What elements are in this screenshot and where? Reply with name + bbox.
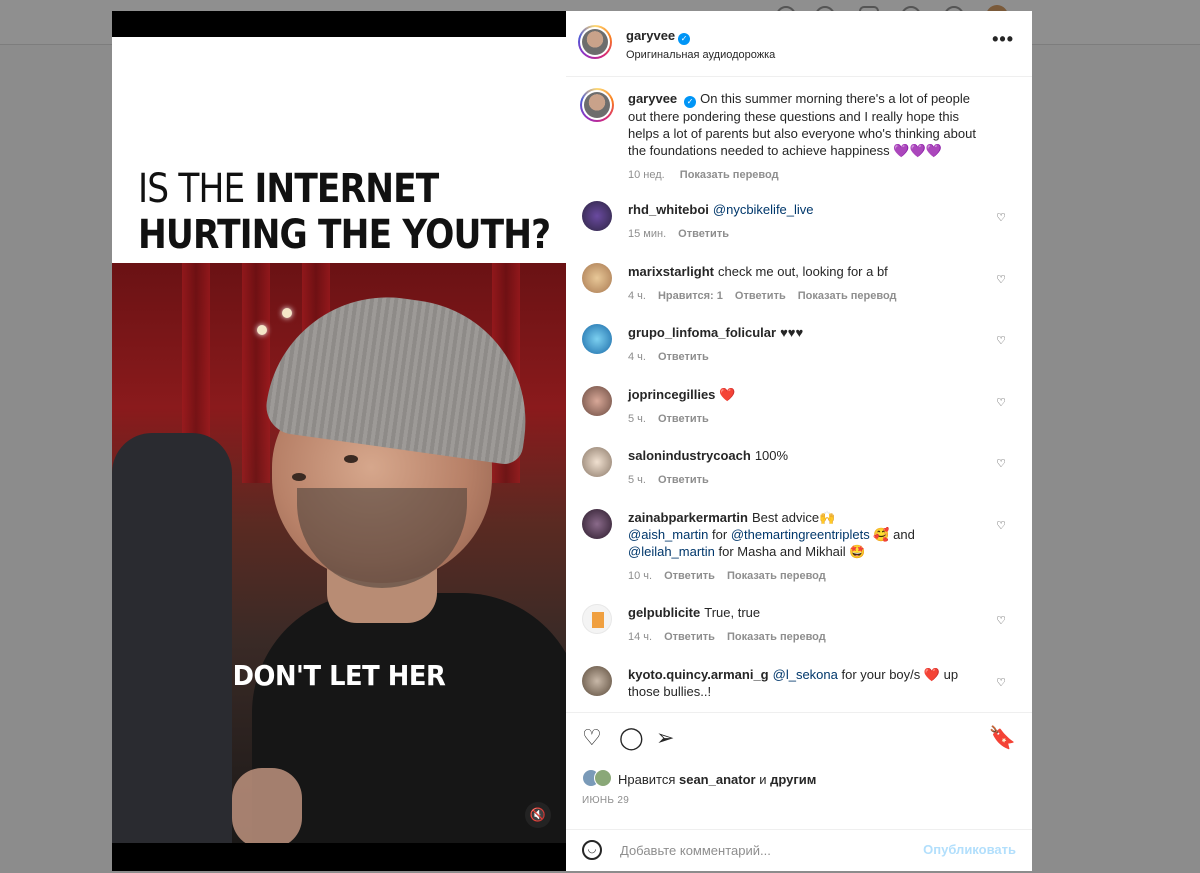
commenter-username[interactable]: marixstarlight — [628, 264, 714, 279]
post-date[interactable]: ИЮНЬ 29 — [582, 795, 629, 806]
commenter-username[interactable]: grupo_linfoma_folicular — [628, 325, 776, 340]
likes-others[interactable]: другим — [770, 772, 816, 787]
author-avatar[interactable] — [578, 25, 612, 59]
commenter-avatar[interactable] — [582, 386, 612, 416]
comment-text: ❤️ — [719, 387, 736, 402]
headline-text-bold: INTERNET — [254, 166, 439, 212]
speaker-muted-icon[interactable]: 🔇 — [525, 802, 551, 828]
more-options-icon[interactable]: ••• — [992, 29, 1014, 50]
comment-text: 🥰 and — [869, 527, 915, 542]
bookmark-icon[interactable]: 🔖 — [989, 727, 1016, 749]
commenter-avatar[interactable] — [582, 263, 612, 293]
emoji-icon[interactable]: ◡ — [582, 840, 602, 860]
comment-mention[interactable]: @nycbikelife_live — [713, 202, 814, 217]
comment-like-heart-icon[interactable]: ♡ — [996, 211, 1006, 224]
video-subtitle: DON'T LET HER — [232, 659, 446, 692]
verified-badge-icon: ✓ — [678, 33, 691, 45]
commenter-avatar[interactable] — [582, 201, 612, 231]
verified-badge-icon: ✓ — [684, 96, 697, 108]
publish-button[interactable]: Опубликовать — [923, 842, 1016, 857]
comment-like-heart-icon[interactable]: ♡ — [996, 273, 1006, 286]
likes-middle: и — [755, 772, 771, 787]
author-username[interactable]: garyvee — [626, 28, 675, 43]
comment-like-heart-icon[interactable]: ♡ — [996, 676, 1006, 689]
caption-time[interactable]: 10 нед. — [628, 169, 665, 181]
commenter-avatar[interactable] — [582, 324, 612, 354]
reply-button[interactable]: Ответить — [664, 570, 715, 582]
paper-plane-icon[interactable]: ➢ — [656, 727, 674, 749]
comment-likes[interactable]: Нравится: 1 — [658, 290, 723, 302]
comment-time[interactable]: 10 ч. — [628, 570, 652, 582]
comment-time[interactable]: 4 ч. — [628, 290, 646, 302]
comment-like-heart-icon[interactable]: ♡ — [996, 614, 1006, 627]
video-frame — [112, 263, 566, 843]
comment-text: Best advice🙌 — [751, 510, 836, 525]
reply-button[interactable]: Ответить — [678, 228, 729, 240]
likes-prefix: Нравится — [618, 772, 679, 787]
comment-bubble-icon[interactable]: ◯ — [619, 727, 644, 749]
comment-time[interactable]: 15 мин. — [628, 228, 666, 240]
video-headline: IS THE INTERNET HURTING THE YOUTH? — [138, 166, 551, 258]
post-side-panel: garyvee ✓ Оригинальная аудиодорожка ••• g… — [566, 11, 1032, 871]
caption-username[interactable]: garyvee — [628, 91, 677, 106]
commenter-username[interactable]: rhd_whiteboi — [628, 202, 709, 217]
comment-composer: ◡ Опубликовать — [566, 829, 1032, 873]
commenter-username[interactable]: zainabparkermartin — [628, 510, 748, 525]
translate-button[interactable]: Показать перевод — [798, 290, 897, 302]
headline-text-1: IS THE — [138, 166, 255, 212]
comment-like-heart-icon[interactable]: ♡ — [996, 334, 1006, 347]
reply-button[interactable]: Ответить — [664, 631, 715, 643]
comment-like-heart-icon[interactable]: ♡ — [996, 396, 1006, 409]
commenter-username[interactable]: gelpublicite — [628, 605, 700, 620]
post-actions: ♡ ◯ ➢ 🔖 Нравится sean_anator и другим ИЮ… — [566, 712, 1032, 872]
comment-time[interactable]: 4 ч. — [628, 351, 646, 363]
post-header: garyvee ✓ Оригинальная аудиодорожка ••• — [566, 11, 1032, 77]
comment-text: check me out, looking for a bf — [717, 264, 888, 279]
reply-button[interactable]: Ответить — [658, 474, 709, 486]
caption-translate[interactable]: Показать перевод — [680, 169, 779, 181]
heart-outline-icon[interactable]: ♡ — [582, 727, 602, 749]
comments-list[interactable]: garyvee ✓ On this summer morning there's a… — [566, 77, 1032, 712]
comment-time[interactable]: 14 ч. — [628, 631, 652, 643]
caption-avatar[interactable] — [580, 88, 614, 122]
commenter-avatar[interactable] — [582, 447, 612, 477]
reply-button[interactable]: Ответить — [735, 290, 786, 302]
comment-mention[interactable]: @themartingreentriplets — [731, 527, 870, 542]
commenter-avatar[interactable] — [582, 666, 612, 696]
likes-summary: Нравится sean_anator и другим — [582, 769, 816, 787]
liker-username[interactable]: sean_anator — [679, 772, 756, 787]
comment-like-heart-icon[interactable]: ♡ — [996, 457, 1006, 470]
headline-text-2: HURTING THE YOUTH? — [138, 212, 551, 258]
comment-text: for — [708, 527, 731, 542]
post-video[interactable]: IS THE INTERNET HURTING THE YOUTH? DON'T… — [112, 11, 566, 871]
liker-avatar — [594, 769, 612, 787]
commenter-avatar[interactable] — [582, 509, 612, 539]
comment-input[interactable] — [618, 842, 912, 859]
comment-text: for Masha and Mikhail 🤩 — [714, 544, 866, 559]
comment-time[interactable]: 5 ч. — [628, 413, 646, 425]
translate-button[interactable]: Показать перевод — [727, 570, 826, 582]
commenter-username[interactable]: kyoto.quincy.armani_g — [628, 667, 769, 682]
reply-button[interactable]: Ответить — [658, 413, 709, 425]
translate-button[interactable]: Показать перевод — [727, 631, 826, 643]
comment-text: ♥♥♥ — [780, 325, 804, 340]
audio-track-link[interactable]: Оригинальная аудиодорожка — [626, 49, 775, 61]
caption-text: On this summer morning there's a lot of … — [628, 91, 976, 158]
comment-mention[interactable]: @l_sekona — [773, 667, 838, 682]
comment-text: True, true — [704, 605, 761, 620]
comment-like-heart-icon[interactable]: ♡ — [996, 519, 1006, 532]
comment-time[interactable]: 5 ч. — [628, 474, 646, 486]
commenter-username[interactable]: joprincegillies — [628, 387, 715, 402]
post-modal: IS THE INTERNET HURTING THE YOUTH? DON'T… — [112, 11, 1032, 871]
commenter-avatar[interactable] — [582, 604, 612, 634]
reply-button[interactable]: Ответить — [658, 351, 709, 363]
comment-mention[interactable]: @leilah_martin — [628, 544, 715, 559]
comment-text: 100% — [754, 448, 789, 463]
commenter-username[interactable]: salonindustrycoach — [628, 448, 751, 463]
comment-mention[interactable]: @aish_martin — [628, 527, 708, 542]
